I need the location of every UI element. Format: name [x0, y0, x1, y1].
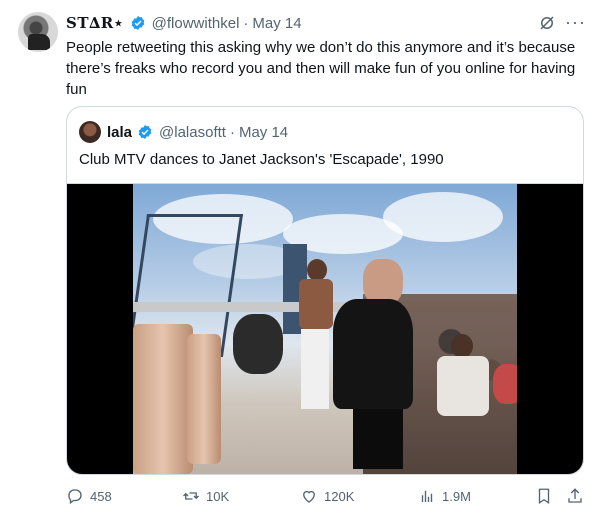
separator-dot: · [229, 123, 235, 141]
quoted-tweet[interactable]: lala @lalasoftt · May 14 Club MTV dances… [66, 106, 584, 475]
verified-badge-icon [138, 125, 152, 139]
author-name[interactable]: ST∆R⋆ [66, 14, 124, 32]
quoted-tweet-date: May 14 [238, 123, 289, 141]
tweet-date[interactable]: May 14 [252, 15, 301, 32]
repost-icon [183, 492, 199, 500]
reply-button[interactable]: 458 [66, 482, 112, 510]
view-count: 1.9M [442, 488, 471, 504]
author-avatar[interactable] [18, 12, 58, 52]
like-count: 120K [324, 488, 355, 504]
tweet-text: People retweeting this asking why we don… [66, 39, 576, 98]
conga-drum [187, 334, 221, 464]
tweet[interactable]: ST∆R⋆ @flowwithkel · May 14 ··· People r… [0, 0, 600, 519]
reply-count: 458 [90, 488, 112, 504]
repost-button[interactable]: 10K [182, 482, 229, 510]
reply-icon [68, 489, 82, 505]
separator-dot: · [243, 14, 249, 32]
like-button[interactable]: 120K [300, 482, 354, 510]
quoted-author-handle: @lalasoftt [159, 123, 226, 141]
tweet-actions: 458 10K 120K 1.9M [0, 482, 600, 510]
quoted-author-avatar [79, 121, 101, 143]
views-icon [421, 490, 433, 502]
views-button[interactable]: 1.9M [418, 482, 471, 510]
author-handle[interactable]: @flowwithkel [152, 15, 240, 32]
more-options-icon[interactable]: ··· [565, 12, 586, 33]
audience-member [433, 334, 493, 474]
dancer [313, 259, 433, 469]
quoted-author-name: lala [107, 123, 133, 141]
verified-badge-icon [131, 16, 144, 30]
quoted-tweet-text: Club MTV dances to Janet Jackson's 'Esca… [79, 151, 444, 168]
quoted-tweet-header: lala @lalasoftt · May 14 [79, 121, 288, 143]
video-frame [133, 184, 517, 474]
conga-drum [133, 324, 193, 474]
repost-count: 10K [206, 488, 230, 504]
heart-icon [303, 490, 315, 503]
grok-icon[interactable] [538, 14, 556, 32]
bookmark-icon[interactable] [535, 487, 553, 505]
tweet-header: ST∆R⋆ @flowwithkel · May 14 [66, 12, 302, 34]
video-player[interactable] [67, 183, 583, 474]
share-icon[interactable] [566, 487, 584, 505]
